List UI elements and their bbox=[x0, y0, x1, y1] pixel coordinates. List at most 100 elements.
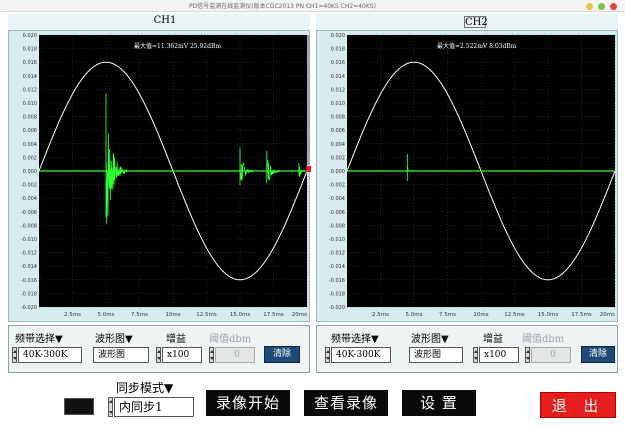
ch2-wave-select-label[interactable]: 波形图▼ bbox=[411, 330, 449, 345]
ch2-threshold-field: 0 bbox=[531, 347, 571, 363]
minimize-button[interactable] bbox=[586, 3, 593, 10]
settings-button[interactable]: 设 置 bbox=[402, 390, 476, 416]
x-tick-label: 2.5ms bbox=[372, 312, 389, 318]
ch2-control-bar: 频带选择▼ 40K-300K 波形图▼ 波形图 增益 x100 阈值dbm 0 … bbox=[316, 325, 618, 373]
x-tick-label: 20ms bbox=[292, 312, 307, 318]
y-tick-label: 0.008 bbox=[331, 115, 345, 121]
record-start-button[interactable]: 录像开始 bbox=[206, 390, 290, 416]
x-tick-label: 20ms bbox=[600, 312, 615, 318]
y-tick-label: -0.004 bbox=[21, 196, 37, 202]
y-tick-label: 0.010 bbox=[23, 101, 37, 107]
y-tick-label: -0.002 bbox=[329, 183, 345, 189]
ch1-gain-label: 增益 bbox=[166, 334, 186, 345]
ch1-band-field[interactable]: 40K-300K bbox=[18, 347, 82, 363]
x-tick-label: 10ms bbox=[165, 312, 180, 318]
y-tick-label: 0.016 bbox=[23, 60, 37, 66]
ch1-threshold-spinner bbox=[209, 347, 214, 363]
ch2-clear-button[interactable]: 清除 bbox=[581, 346, 615, 363]
y-tick-label: 0.008 bbox=[23, 115, 37, 121]
y-tick-label: -0.016 bbox=[21, 278, 37, 284]
y-tick-label: 0.004 bbox=[331, 142, 345, 148]
sync-mode-label[interactable]: 同步模式▼ bbox=[116, 379, 173, 396]
ch1-panel: 最大值=11.362mV 25.92dBm 0.020 0.018 0.016 0.0… bbox=[8, 30, 311, 322]
y-tick-label: 0.000 bbox=[331, 169, 345, 175]
y-tick-label: -0.008 bbox=[21, 223, 37, 229]
status-indicator bbox=[64, 398, 94, 415]
x-tick-label: 12.5ms bbox=[504, 312, 525, 318]
ch1-trigger-marker[interactable] bbox=[306, 166, 311, 172]
ch1-clear-button[interactable]: 清除 bbox=[264, 346, 300, 363]
ch1-axes: 0.020 0.018 0.016 0.014 0.012 0.010 0.008 0.006… bbox=[21, 33, 307, 318]
y-tick-label: 0.018 bbox=[331, 47, 345, 53]
y-tick-label: 0.020 bbox=[331, 33, 345, 39]
y-tick-label: -0.014 bbox=[21, 264, 37, 270]
x-tick-label: 2.5ms bbox=[64, 312, 81, 318]
x-tick-label: 10ms bbox=[473, 312, 488, 318]
sync-mode-spinner[interactable] bbox=[108, 397, 113, 417]
y-tick-label: 0.004 bbox=[23, 142, 37, 148]
x-tick-label: 5.0ms bbox=[98, 312, 115, 318]
ch1-threshold-field: 0 bbox=[215, 347, 255, 363]
y-tick-label: -0.006 bbox=[21, 210, 37, 216]
close-button[interactable] bbox=[610, 3, 617, 10]
x-tick-label: 7.5ms bbox=[131, 312, 148, 318]
ch1-threshold-label: 阈值dbm bbox=[209, 334, 252, 345]
ch2-gain-label: 增益 bbox=[483, 334, 503, 345]
ch2-gain-spinner[interactable] bbox=[473, 347, 478, 363]
y-tick-label: 0.000 bbox=[23, 169, 37, 175]
ch1-scrollbar[interactable] bbox=[307, 35, 310, 165]
maximize-button[interactable] bbox=[598, 3, 605, 10]
window-title: PD信号监测在线监测仪(版本CGC2013 PN CH1=40KS CH2=40… bbox=[189, 3, 376, 10]
ch2-panel: 最大值=2.522mV 8.03dBm 0.020 0.018 0.016 0.014… bbox=[316, 30, 618, 322]
ch2-threshold-spinner bbox=[525, 347, 530, 363]
ch1-control-bar: 频带选择▼ 40K-300K 波形图▼ 波形图 增益 x100 阈值dbm 0 … bbox=[8, 325, 310, 373]
y-tick-label: 0.020 bbox=[23, 33, 37, 39]
y-tick-label: 0.006 bbox=[331, 128, 345, 134]
y-tick-label: -0.014 bbox=[329, 264, 345, 270]
ch1-band-spinner[interactable] bbox=[12, 347, 17, 363]
y-tick-label: 0.002 bbox=[23, 155, 37, 161]
y-tick-label: 0.014 bbox=[331, 74, 345, 80]
y-tick-label: -0.008 bbox=[329, 223, 345, 229]
x-tick-label: 7.5ms bbox=[439, 312, 456, 318]
view-record-button[interactable]: 查看录像 bbox=[304, 390, 388, 416]
ch2-wave-field[interactable]: 波形图 bbox=[409, 347, 463, 363]
ch2-threshold-label: 阈值dbm bbox=[522, 334, 565, 345]
window-titlebar: PD信号监测在线监测仪(版本CGC2013 PN CH1=40KS CH2=40… bbox=[0, 0, 625, 12]
ch1-wave-select-label[interactable]: 波形图▼ bbox=[95, 330, 133, 345]
x-tick-label: 17.5ms bbox=[571, 312, 592, 318]
ch1-label: CH1 bbox=[153, 15, 177, 26]
ch1-band-select-label[interactable]: 频带选择▼ bbox=[15, 330, 63, 345]
y-tick-label: 0.018 bbox=[23, 47, 37, 53]
y-tick-label: -0.002 bbox=[21, 183, 37, 189]
ch2-label: CH2 bbox=[464, 16, 488, 28]
y-tick-label: -0.010 bbox=[329, 237, 345, 243]
x-tick-label: 15.0ms bbox=[230, 312, 251, 318]
ch2-gain-field[interactable]: x100 bbox=[479, 347, 519, 363]
exit-button[interactable]: 退 出 bbox=[540, 392, 616, 418]
y-tick-label: -0.012 bbox=[21, 251, 37, 257]
ch2-band-select-label[interactable]: 频带选择▼ bbox=[331, 330, 379, 345]
x-tick-label: 17.5ms bbox=[263, 312, 284, 318]
ch2-band-field[interactable]: 40K-300K bbox=[331, 347, 391, 363]
ch1-gain-spinner[interactable] bbox=[156, 347, 161, 363]
sync-mode-field[interactable]: 内同步1 bbox=[114, 397, 194, 417]
ch1-gain-field[interactable]: x100 bbox=[162, 347, 202, 363]
x-tick-label: 12.5ms bbox=[196, 312, 217, 318]
x-tick-label: 5.0ms bbox=[406, 312, 423, 318]
ch2-axes: 0.020 0.018 0.016 0.014 0.012 0.010 0.008 0.006… bbox=[329, 33, 615, 318]
y-tick-label: 0.006 bbox=[23, 128, 37, 134]
y-tick-label: 0.002 bbox=[331, 155, 345, 161]
y-tick-label: 0.012 bbox=[23, 87, 37, 93]
ch1-wave-field[interactable]: 波形图 bbox=[93, 347, 149, 363]
y-tick-label: -0.020 bbox=[329, 305, 345, 311]
y-tick-label: -0.012 bbox=[329, 251, 345, 257]
y-tick-label: -0.018 bbox=[329, 291, 345, 297]
x-tick-label: 15.0ms bbox=[538, 312, 559, 318]
y-tick-label: -0.006 bbox=[329, 210, 345, 216]
y-tick-label: -0.004 bbox=[329, 196, 345, 202]
y-tick-label: 0.010 bbox=[331, 101, 345, 107]
ch2-band-spinner[interactable] bbox=[325, 347, 330, 363]
y-tick-label: -0.018 bbox=[21, 291, 37, 297]
y-tick-label: 0.012 bbox=[331, 87, 345, 93]
